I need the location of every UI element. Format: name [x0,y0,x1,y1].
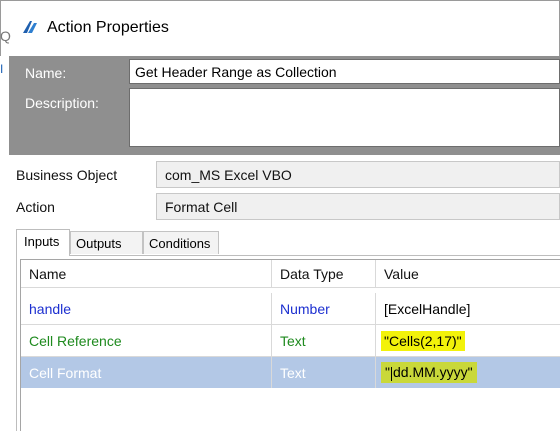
tab-inputs[interactable]: Inputs [16,229,70,256]
param-name: Cell Format [21,357,272,388]
inputs-panel: Name Data Type Value handle Number [Exce… [16,255,560,431]
name-label: Name: [25,65,67,81]
header-panel: Name: Get Header Range as Collection Des… [9,56,560,155]
param-type: Number [272,293,376,324]
business-object-field[interactable]: com_MS Excel VBO [156,161,560,188]
param-name: Cell Reference [21,325,272,356]
action-field[interactable]: Format Cell [156,193,560,220]
text-caret [390,366,392,381]
column-header-value[interactable]: Value [376,260,560,287]
param-type: Text [272,357,376,388]
table-row[interactable]: handle Number [ExcelHandle] [21,293,560,325]
name-field[interactable]: Get Header Range as Collection [129,59,560,84]
window-title: Action Properties [47,19,169,36]
param-value-cell[interactable]: "Cells(2,17)" [376,325,560,356]
column-header-data-type[interactable]: Data Type [272,260,376,287]
tab-outputs[interactable]: Outputs [70,231,143,254]
background-fragment: I [0,62,4,76]
param-value: "Cells(2,17)" [381,330,465,351]
description-label: Description: [25,95,99,111]
param-value[interactable]: [ExcelHandle] [376,293,560,324]
param-value: dd.MM.yyyy" [392,364,473,381]
param-value-open-quote: " [385,364,390,381]
business-object-label: Business Object [16,167,118,183]
background-fragment: Q [0,28,11,44]
window-titlebar: Action Properties [0,0,560,56]
inputs-grid: Name Data Type Value handle Number [Exce… [20,259,560,431]
grid-header: Name Data Type Value [21,260,560,288]
tab-conditions[interactable]: Conditions [143,231,219,254]
param-value-cell[interactable]: " dd.MM.yyyy" [376,357,560,388]
description-field[interactable] [129,88,560,147]
column-header-name[interactable]: Name [21,260,272,287]
action-label: Action [16,199,55,215]
param-name: handle [21,293,272,324]
table-row-selected[interactable]: Cell Format Text " dd.MM.yyyy" [21,357,560,388]
table-row[interactable]: Cell Reference Text "Cells(2,17)" [21,325,560,357]
param-value-editor[interactable]: " dd.MM.yyyy" [381,362,477,383]
param-type: Text [272,325,376,356]
blueprism-icon [23,21,37,33]
